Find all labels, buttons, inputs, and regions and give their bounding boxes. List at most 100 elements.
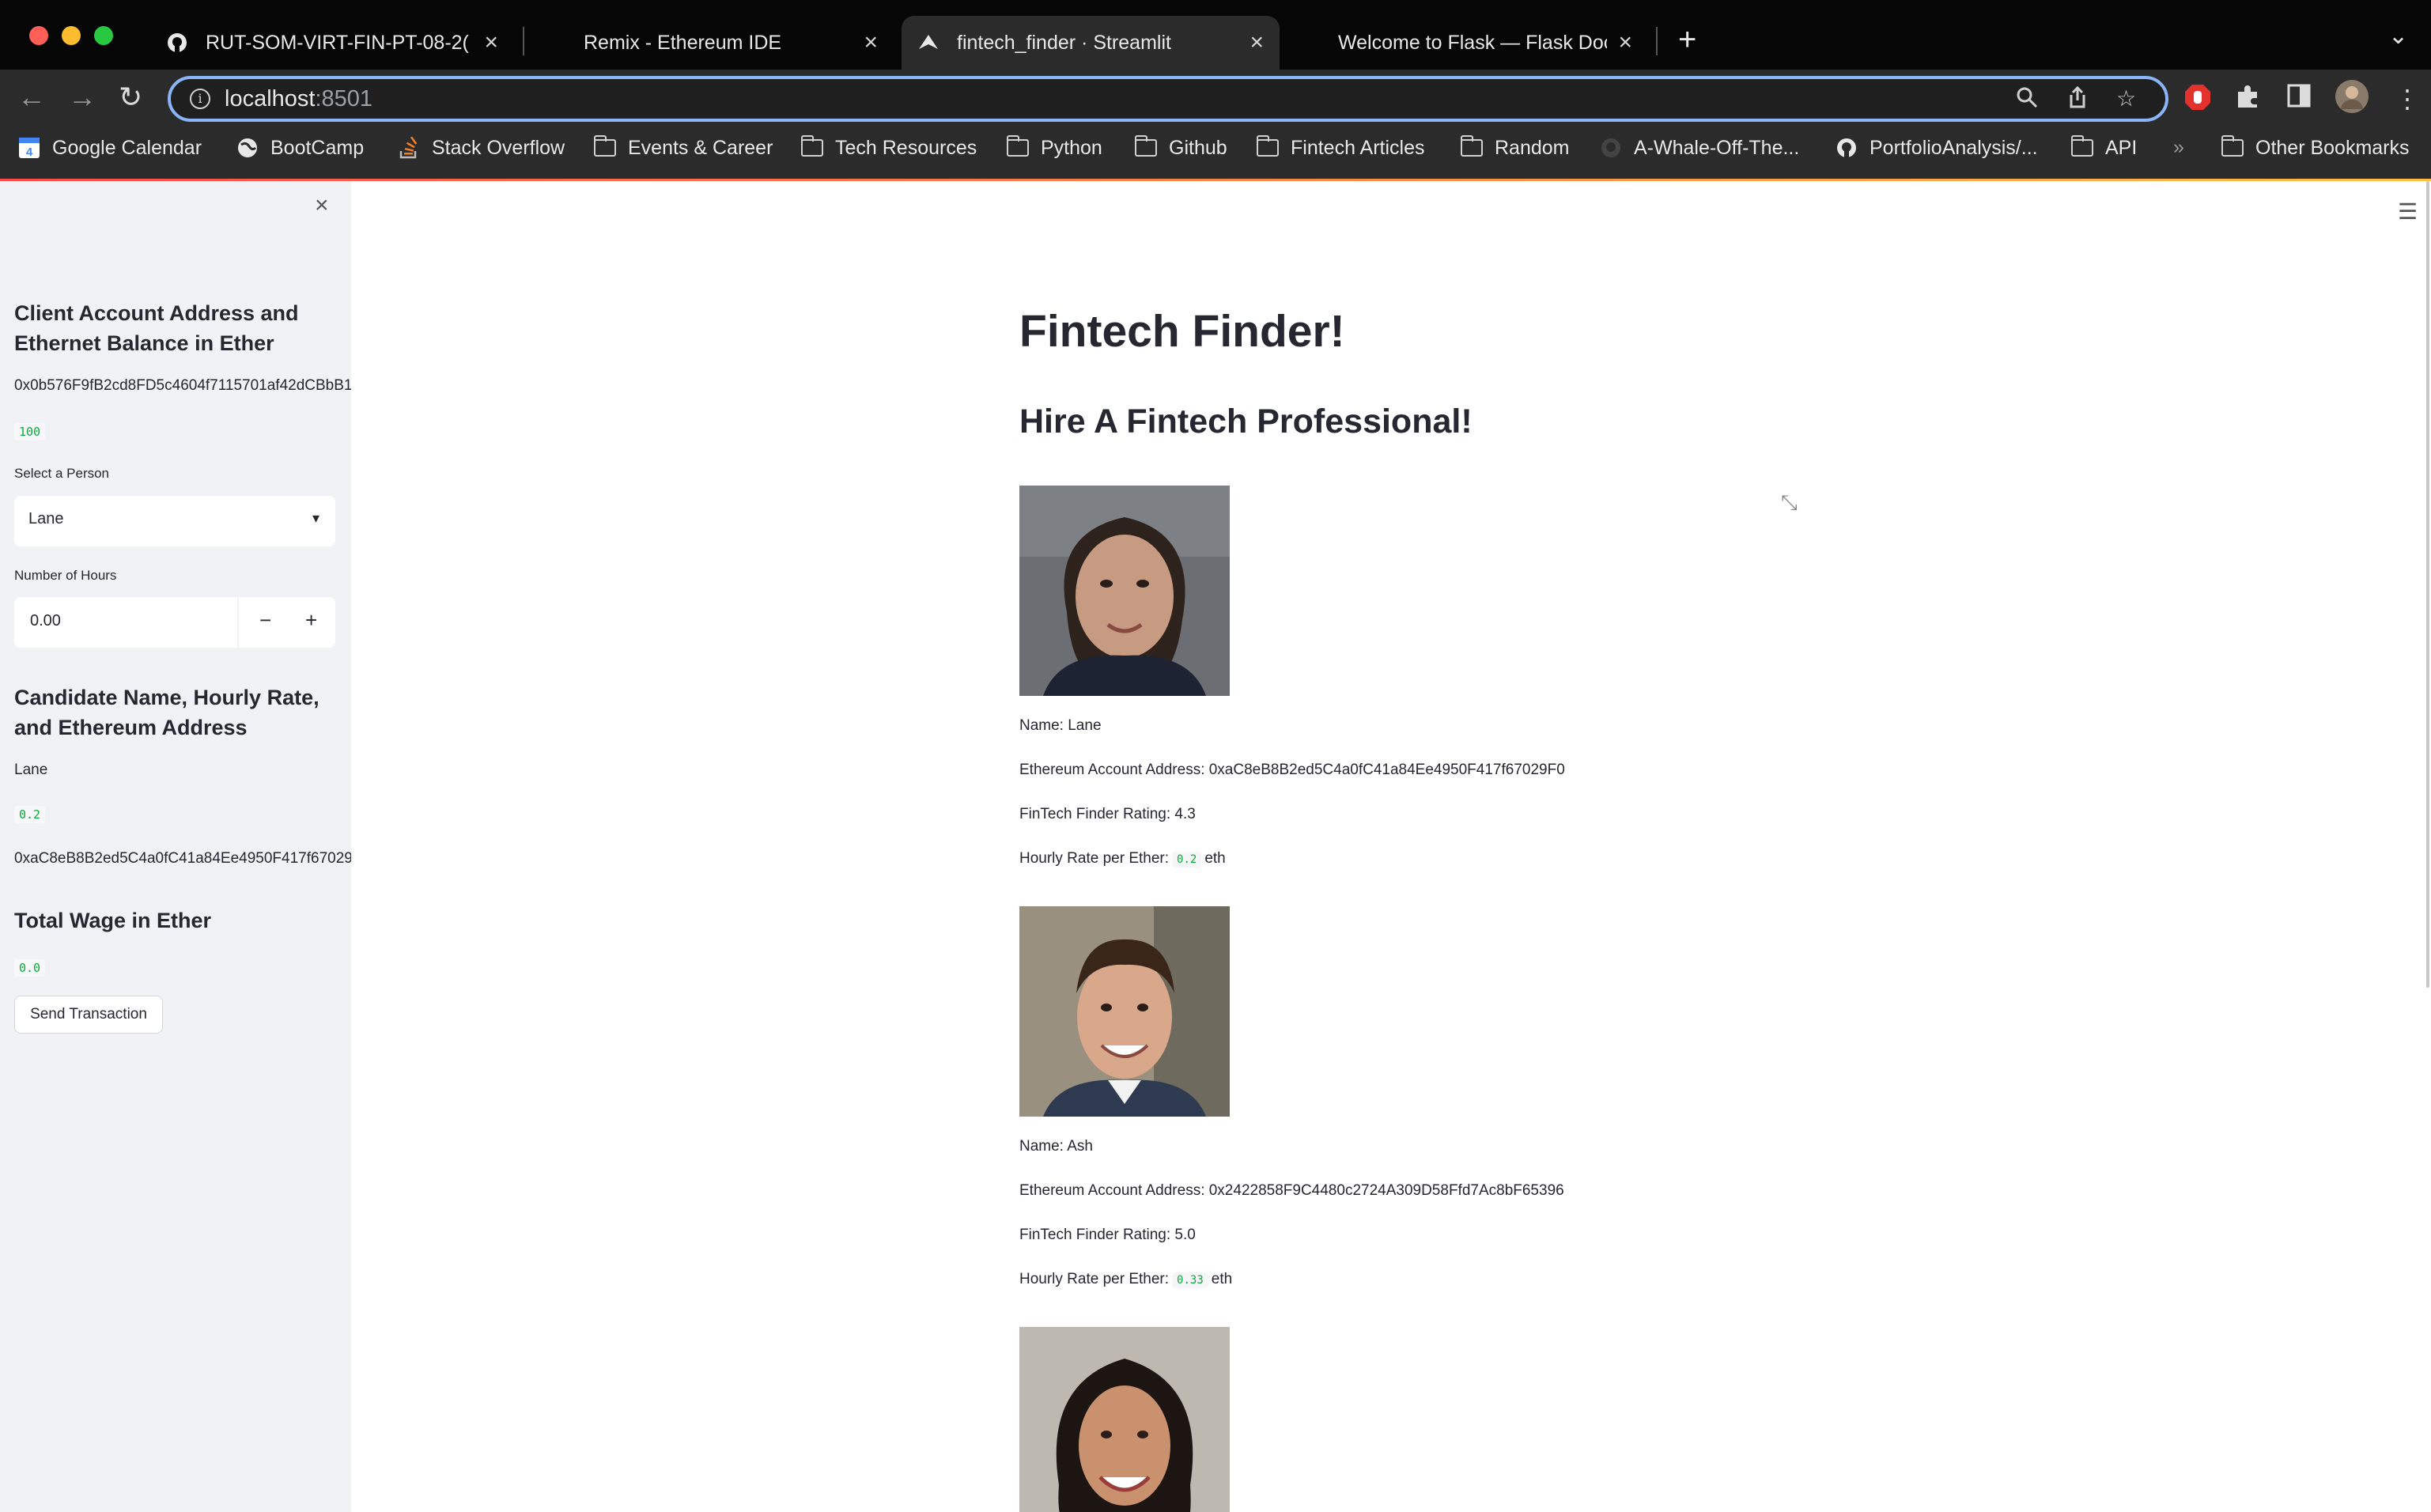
folder-icon [1256, 135, 1280, 160]
scrollbar[interactable] [2426, 181, 2429, 988]
rate-unit: eth [1204, 850, 1226, 867]
info-icon[interactable]: i [190, 89, 210, 109]
bookmark-python[interactable]: Python [1006, 135, 1102, 160]
bookmark-github[interactable]: Github [1134, 135, 1227, 160]
new-tab-icon[interactable]: + [1678, 22, 1696, 58]
wage-heading: Total Wage in Ether [14, 909, 212, 932]
remix-icon [546, 32, 557, 54]
bookmark-fintech-articles[interactable]: Fintech Articles [1256, 135, 1425, 160]
reload-icon[interactable]: ↻ [119, 81, 142, 114]
avatar[interactable] [2335, 79, 2369, 120]
candidate-name-lane: Name: Lane [1019, 717, 1102, 734]
bookmark-label: Events & Career [628, 136, 773, 159]
globe-icon [236, 136, 259, 160]
hamburger-menu-icon[interactable]: ☰ [2398, 198, 2418, 225]
bookmark-random[interactable]: Random [1460, 135, 1570, 160]
decrement-button[interactable]: − [259, 608, 271, 633]
kebab-menu-icon[interactable]: ⋮ [2395, 84, 2420, 114]
minimize-window-button[interactable] [62, 26, 81, 45]
tab-title: RUT-SOM-VIRT-FIN-PT-08-2( [206, 31, 469, 54]
tab-github[interactable]: RUT-SOM-VIRT-FIN-PT-08-2( × [150, 16, 514, 70]
bookmark-portfolio-analysis[interactable]: PortfolioAnalysis/... [1835, 136, 2038, 160]
bookmark-bootcamp[interactable]: BootCamp [236, 136, 364, 160]
candidate-rate-ash: Hourly Rate per Ether: 0.33 eth [1019, 1271, 1232, 1288]
rate-value: 0.2 [1172, 852, 1202, 868]
candidate-name: Lane [14, 762, 48, 778]
github-icon [1599, 136, 1623, 160]
hours-number-input[interactable]: 0.00 − + [14, 597, 335, 648]
tab-flask[interactable]: Welcome to Flask — Flask Doc × [1284, 16, 1648, 70]
chevron-down-icon[interactable]: ⌄ [2388, 22, 2408, 50]
bookmark-tech-resources[interactable]: Tech Resources [800, 135, 977, 160]
bookmark-label: Random [1495, 136, 1570, 159]
send-transaction-button[interactable]: Send Transaction [14, 996, 163, 1034]
bookmark-other-bookmarks[interactable]: Other Bookmarks [2221, 135, 2410, 160]
adblock-icon[interactable] [2184, 84, 2211, 117]
candidate-rate: 0.2 [14, 806, 46, 823]
close-sidebar-icon[interactable]: × [315, 192, 329, 219]
account-heading: Client Account Address and Ethernet Bala… [14, 301, 299, 355]
zoom-icon[interactable] [2015, 85, 2039, 115]
bookmark-label: BootCamp [270, 136, 365, 159]
candidate-rating-lane: FinTech Finder Rating: 4.3 [1019, 806, 1196, 822]
bookmark-a-whale-off-the[interactable]: A-Whale-Off-The... [1599, 136, 1799, 160]
forward-arrow-icon[interactable]: → [68, 81, 96, 114]
hours-value[interactable]: 0.00 [30, 612, 61, 630]
divider [237, 597, 239, 648]
select-person-label: Select a Person [14, 466, 110, 481]
bookmarks-overflow-button[interactable]: » [2173, 136, 2184, 159]
select-person-dropdown[interactable]: Lane ▾ [14, 496, 335, 546]
url-text[interactable]: localhost:8501 [225, 86, 372, 112]
bookmark-events-career[interactable]: Events & Career [593, 135, 773, 160]
bookmark-api[interactable]: API [2070, 135, 2138, 160]
close-window-button[interactable] [29, 26, 48, 45]
candidate-rate-lane: Hourly Rate per Ether: 0.2 eth [1019, 850, 1226, 868]
url-host: localhost [225, 86, 316, 112]
github-icon [1835, 136, 1858, 160]
bookmark-label: A-Whale-Off-The... [1634, 136, 1800, 159]
selected-person: Lane [28, 510, 64, 527]
side-panel-icon[interactable] [2287, 84, 2311, 114]
folder-icon [1006, 135, 1030, 160]
rate-unit: eth [1211, 1271, 1233, 1287]
tab-separator [1656, 27, 1658, 55]
close-icon[interactable]: × [864, 29, 878, 56]
main-content: ☰ ⤡ Fintech Finder! Hire A Fintech Profe… [351, 181, 2431, 1512]
maximize-window-button[interactable] [94, 26, 113, 45]
rate-value: 0.33 [1172, 1272, 1208, 1288]
rate-label: Hourly Rate per Ether: [1019, 1271, 1170, 1287]
share-icon[interactable] [2067, 85, 2088, 115]
candidate-heading: Candidate Name, Hourly Rate, and Ethereu… [14, 686, 319, 739]
close-icon[interactable]: × [1618, 29, 1632, 56]
folder-icon [2070, 135, 2094, 160]
page-title: Fintech Finder! [1019, 306, 1345, 357]
extensions-icon[interactable] [2235, 84, 2260, 115]
tab-streamlit[interactable]: fintech_finder · Streamlit × [902, 16, 1280, 70]
rate-label: Hourly Rate per Ether: [1019, 850, 1170, 867]
folder-icon [2221, 135, 2244, 160]
candidate-address: 0xaC8eB8B2ed5C4a0fC41a84Ee4950F417f67029… [14, 850, 351, 867]
candidate-photo-ash [1019, 906, 1230, 1117]
bookmarks-bar: 4 Google Calendar BootCamp Stack Overflo… [0, 127, 2431, 180]
address-bar[interactable]: i localhost:8501 ☆ [168, 76, 2168, 122]
candidate-address-ash: Ethereum Account Address: 0x2422858F9C44… [1019, 1182, 1564, 1199]
tab-remix[interactable]: Remix - Ethereum IDE × [530, 16, 894, 70]
tab-title: Remix - Ethereum IDE [584, 31, 782, 54]
account-address: 0x0b576F9fB2cd8FD5c4604f7115701af42dCBbB… [14, 377, 351, 394]
close-icon[interactable]: × [1250, 29, 1264, 56]
tab-separator [523, 27, 524, 55]
bookmark-stack-overflow[interactable]: Stack Overflow [397, 136, 565, 160]
close-icon[interactable]: × [484, 29, 498, 56]
url-port: :8501 [315, 86, 373, 112]
tab-title: Welcome to Flask — Flask Doc [1338, 31, 1608, 54]
back-arrow-icon[interactable]: ← [17, 81, 46, 114]
bookmark-google-calendar[interactable]: 4 Google Calendar [17, 136, 202, 160]
star-icon[interactable]: ☆ [2116, 85, 2136, 112]
fullscreen-expand-icon[interactable]: ⤡ [1781, 490, 1798, 516]
candidate-photo-lane [1019, 486, 1230, 696]
increment-button[interactable]: + [305, 608, 317, 633]
bookmark-label: API [2105, 136, 2138, 159]
flask-icon [1300, 32, 1311, 54]
account-balance: 100 [14, 423, 46, 440]
candidate-rating-ash: FinTech Finder Rating: 5.0 [1019, 1227, 1196, 1243]
